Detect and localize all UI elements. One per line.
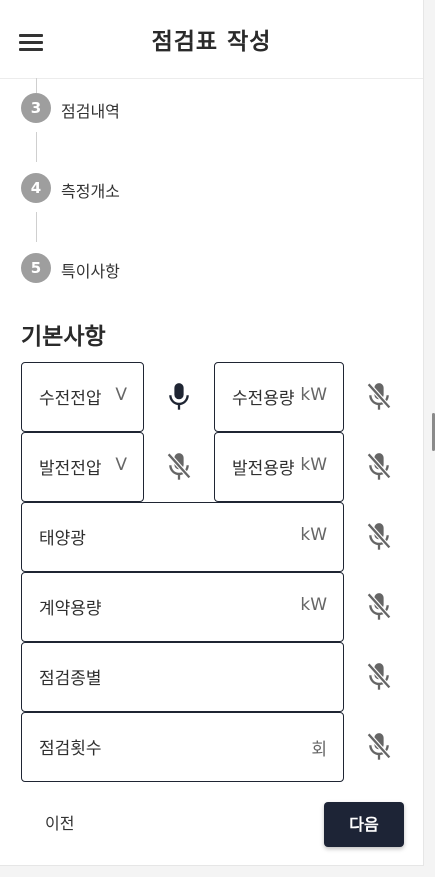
solar-field[interactable]: 태양광 kW (21, 502, 344, 572)
field-label: 수전용량 (232, 389, 295, 409)
field-unit: 회 (311, 740, 327, 760)
field-label: 발전용량 (232, 459, 295, 479)
microphone-off-icon[interactable] (165, 452, 193, 482)
field-label: 계약용량 (39, 599, 102, 619)
microphone-off-icon[interactable] (365, 732, 393, 762)
field-label: 점검횟수 (39, 739, 102, 759)
step-number: 3 (21, 93, 51, 123)
step-connector (36, 132, 37, 162)
field-unit: V (115, 385, 127, 405)
gen-capacity-field[interactable]: 발전용량 kW (214, 432, 344, 502)
step-label: 점검내역 (61, 102, 120, 121)
field-label: 점검종별 (39, 669, 102, 689)
step-connector (36, 78, 37, 93)
field-unit: kW (300, 525, 327, 545)
microphone-icon[interactable] (165, 382, 193, 412)
header: 점검표 작성 (0, 0, 423, 79)
microphone-off-icon[interactable] (365, 592, 393, 622)
field-unit: V (115, 455, 127, 475)
field-unit: kW (300, 455, 327, 475)
microphone-off-icon[interactable] (365, 382, 393, 412)
prev-button[interactable]: 이전 (29, 804, 93, 844)
field-label: 태양광 (39, 529, 86, 549)
microphone-off-icon[interactable] (365, 522, 393, 552)
receive-capacity-field[interactable]: 수전용량 kW (214, 362, 344, 432)
microphone-off-icon[interactable] (365, 452, 393, 482)
step-connector (36, 212, 37, 242)
receive-voltage-field[interactable]: 수전전압 V (21, 362, 144, 432)
gen-voltage-field[interactable]: 발전전압 V (21, 432, 144, 502)
inspection-type-field[interactable]: 점검종별 (21, 642, 344, 712)
step-label: 측정개소 (61, 182, 120, 201)
step-number: 4 (21, 173, 51, 203)
field-unit: kW (300, 595, 327, 615)
step-number: 5 (21, 253, 51, 283)
field-unit: kW (300, 385, 327, 405)
inspection-count-field[interactable]: 점검횟수 회 (21, 712, 344, 782)
page-title: 점검표 작성 (151, 29, 272, 55)
microphone-off-icon[interactable] (365, 662, 393, 692)
section-title: 기본사항 (21, 324, 106, 350)
field-label: 수전전압 (39, 389, 102, 409)
field-label: 발전전압 (39, 459, 102, 479)
step-label: 특이사항 (61, 262, 120, 281)
app-screen: 점검표 작성 3 점검내역 4 측정개소 5 특이사항 기본사항 수전전압 V … (0, 0, 424, 866)
next-button[interactable]: 다음 (324, 802, 404, 847)
contract-capacity-field[interactable]: 계약용량 kW (21, 572, 344, 642)
